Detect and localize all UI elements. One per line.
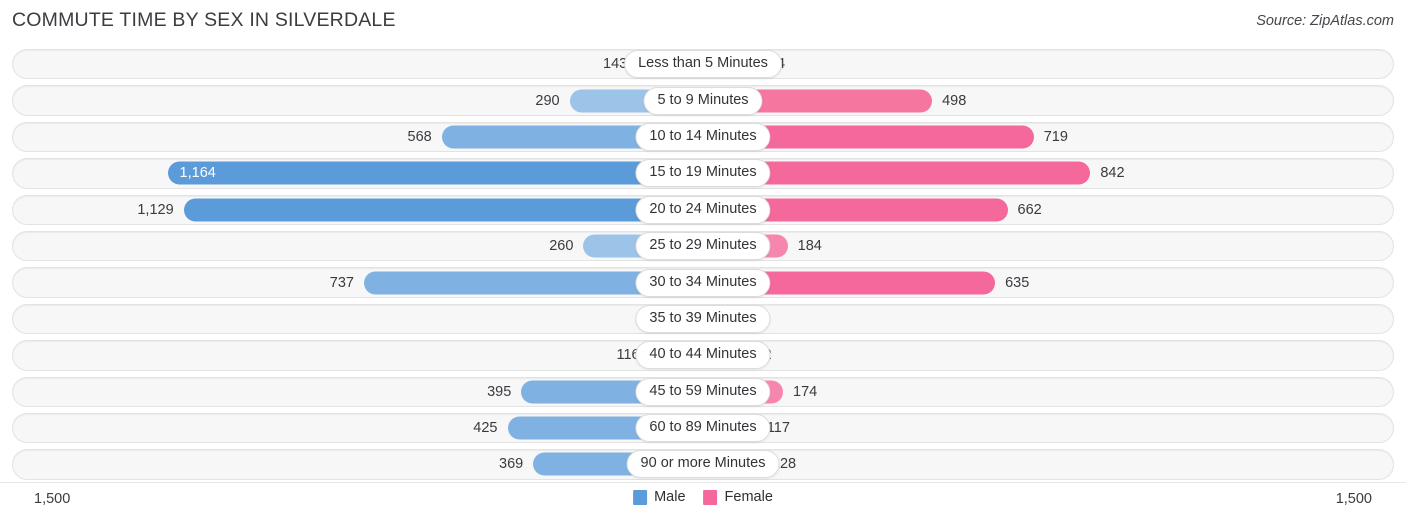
category-label: 15 to 19 Minutes xyxy=(635,159,771,188)
category-label: 5 to 9 Minutes xyxy=(643,86,763,115)
chart-legend: Male Female xyxy=(633,489,773,505)
page-title: COMMUTE TIME BY SEX IN SILVERDALE xyxy=(12,9,396,31)
category-label: 35 to 39 Minutes xyxy=(635,304,771,333)
male-value-label: 395 xyxy=(487,383,512,400)
category-label: 45 to 59 Minutes xyxy=(635,377,771,406)
male-value-label: 1,129 xyxy=(137,201,174,218)
male-value-label: 1,164 xyxy=(179,165,216,182)
female-value-label: 662 xyxy=(1017,201,1042,218)
chart-row: 772835 to 39 Minutes xyxy=(0,301,1406,337)
category-label: Less than 5 Minutes xyxy=(624,50,782,79)
category-label: 10 to 14 Minutes xyxy=(635,122,771,151)
male-value-label: 568 xyxy=(407,128,432,145)
chart-row: 143104Less than 5 Minutes xyxy=(0,46,1406,82)
axis-max-label: 1,500 xyxy=(1335,491,1372,507)
chart-row: 260 184 25 to 29 Minutes xyxy=(0,228,1406,264)
male-value-label: 116 xyxy=(616,347,640,364)
legend-label: Male xyxy=(654,489,686,505)
category-label: 25 to 29 Minutes xyxy=(635,232,771,261)
category-label: 40 to 44 Minutes xyxy=(635,341,771,370)
category-label: 30 to 34 Minutes xyxy=(635,268,771,297)
commute-time-chart: COMMUTE TIME BY SEX IN SILVERDALE Source… xyxy=(0,0,1406,523)
male-value-label: 425 xyxy=(473,420,498,437)
category-label: 60 to 89 Minutes xyxy=(635,414,771,443)
source-attribution: Source: ZipAtlas.com xyxy=(1256,13,1394,29)
chart-row: 568 719 10 to 14 Minutes xyxy=(0,119,1406,155)
female-value-label: 174 xyxy=(793,383,818,400)
female-value-label: 842 xyxy=(1100,165,1125,182)
chart-row: 737 635 30 to 34 Minutes xyxy=(0,264,1406,300)
category-label: 90 or more Minutes xyxy=(626,450,780,479)
chart-row: 1,129 662 20 to 24 Minutes xyxy=(0,192,1406,228)
chart-row: 369 128 90 or more Minutes xyxy=(0,446,1406,482)
female-value-label: 498 xyxy=(942,92,967,109)
chart-header: COMMUTE TIME BY SEX IN SILVERDALE Source… xyxy=(0,0,1406,46)
male-value-label: 143 xyxy=(603,56,628,73)
legend-label: Female xyxy=(724,489,773,505)
male-value-label: 260 xyxy=(549,238,574,255)
chart-row: 1169240 to 44 Minutes xyxy=(0,337,1406,373)
chart-row: 395 174 45 to 59 Minutes xyxy=(0,374,1406,410)
chart-plot-area: 143104Less than 5 Minutes 290 498 5 to 9 Mi… xyxy=(0,46,1406,482)
chart-row: 1,164 842 15 to 19 Minutes xyxy=(0,155,1406,191)
chart-row: 290 498 5 to 9 Minutes xyxy=(0,82,1406,118)
legend-swatch-icon xyxy=(633,489,648,505)
male-bar[interactable] xyxy=(183,198,703,222)
female-value-label: 635 xyxy=(1005,274,1030,291)
male-value-label: 290 xyxy=(535,92,560,109)
chart-row: 425 117 60 to 89 Minutes xyxy=(0,410,1406,446)
legend-item-male[interactable]: Male xyxy=(633,489,686,505)
male-value-label: 737 xyxy=(329,274,354,291)
axis-min-label: 1,500 xyxy=(34,491,71,507)
male-value-label: 369 xyxy=(499,456,524,473)
legend-swatch-icon xyxy=(703,489,718,505)
legend-item-female[interactable]: Female xyxy=(703,489,773,505)
male-bar[interactable] xyxy=(167,161,703,185)
female-value-label: 719 xyxy=(1043,128,1068,145)
chart-footer: 1,500 Male Female 1,500 xyxy=(0,482,1406,524)
category-label: 20 to 24 Minutes xyxy=(635,195,771,224)
female-value-label: 184 xyxy=(797,238,822,255)
